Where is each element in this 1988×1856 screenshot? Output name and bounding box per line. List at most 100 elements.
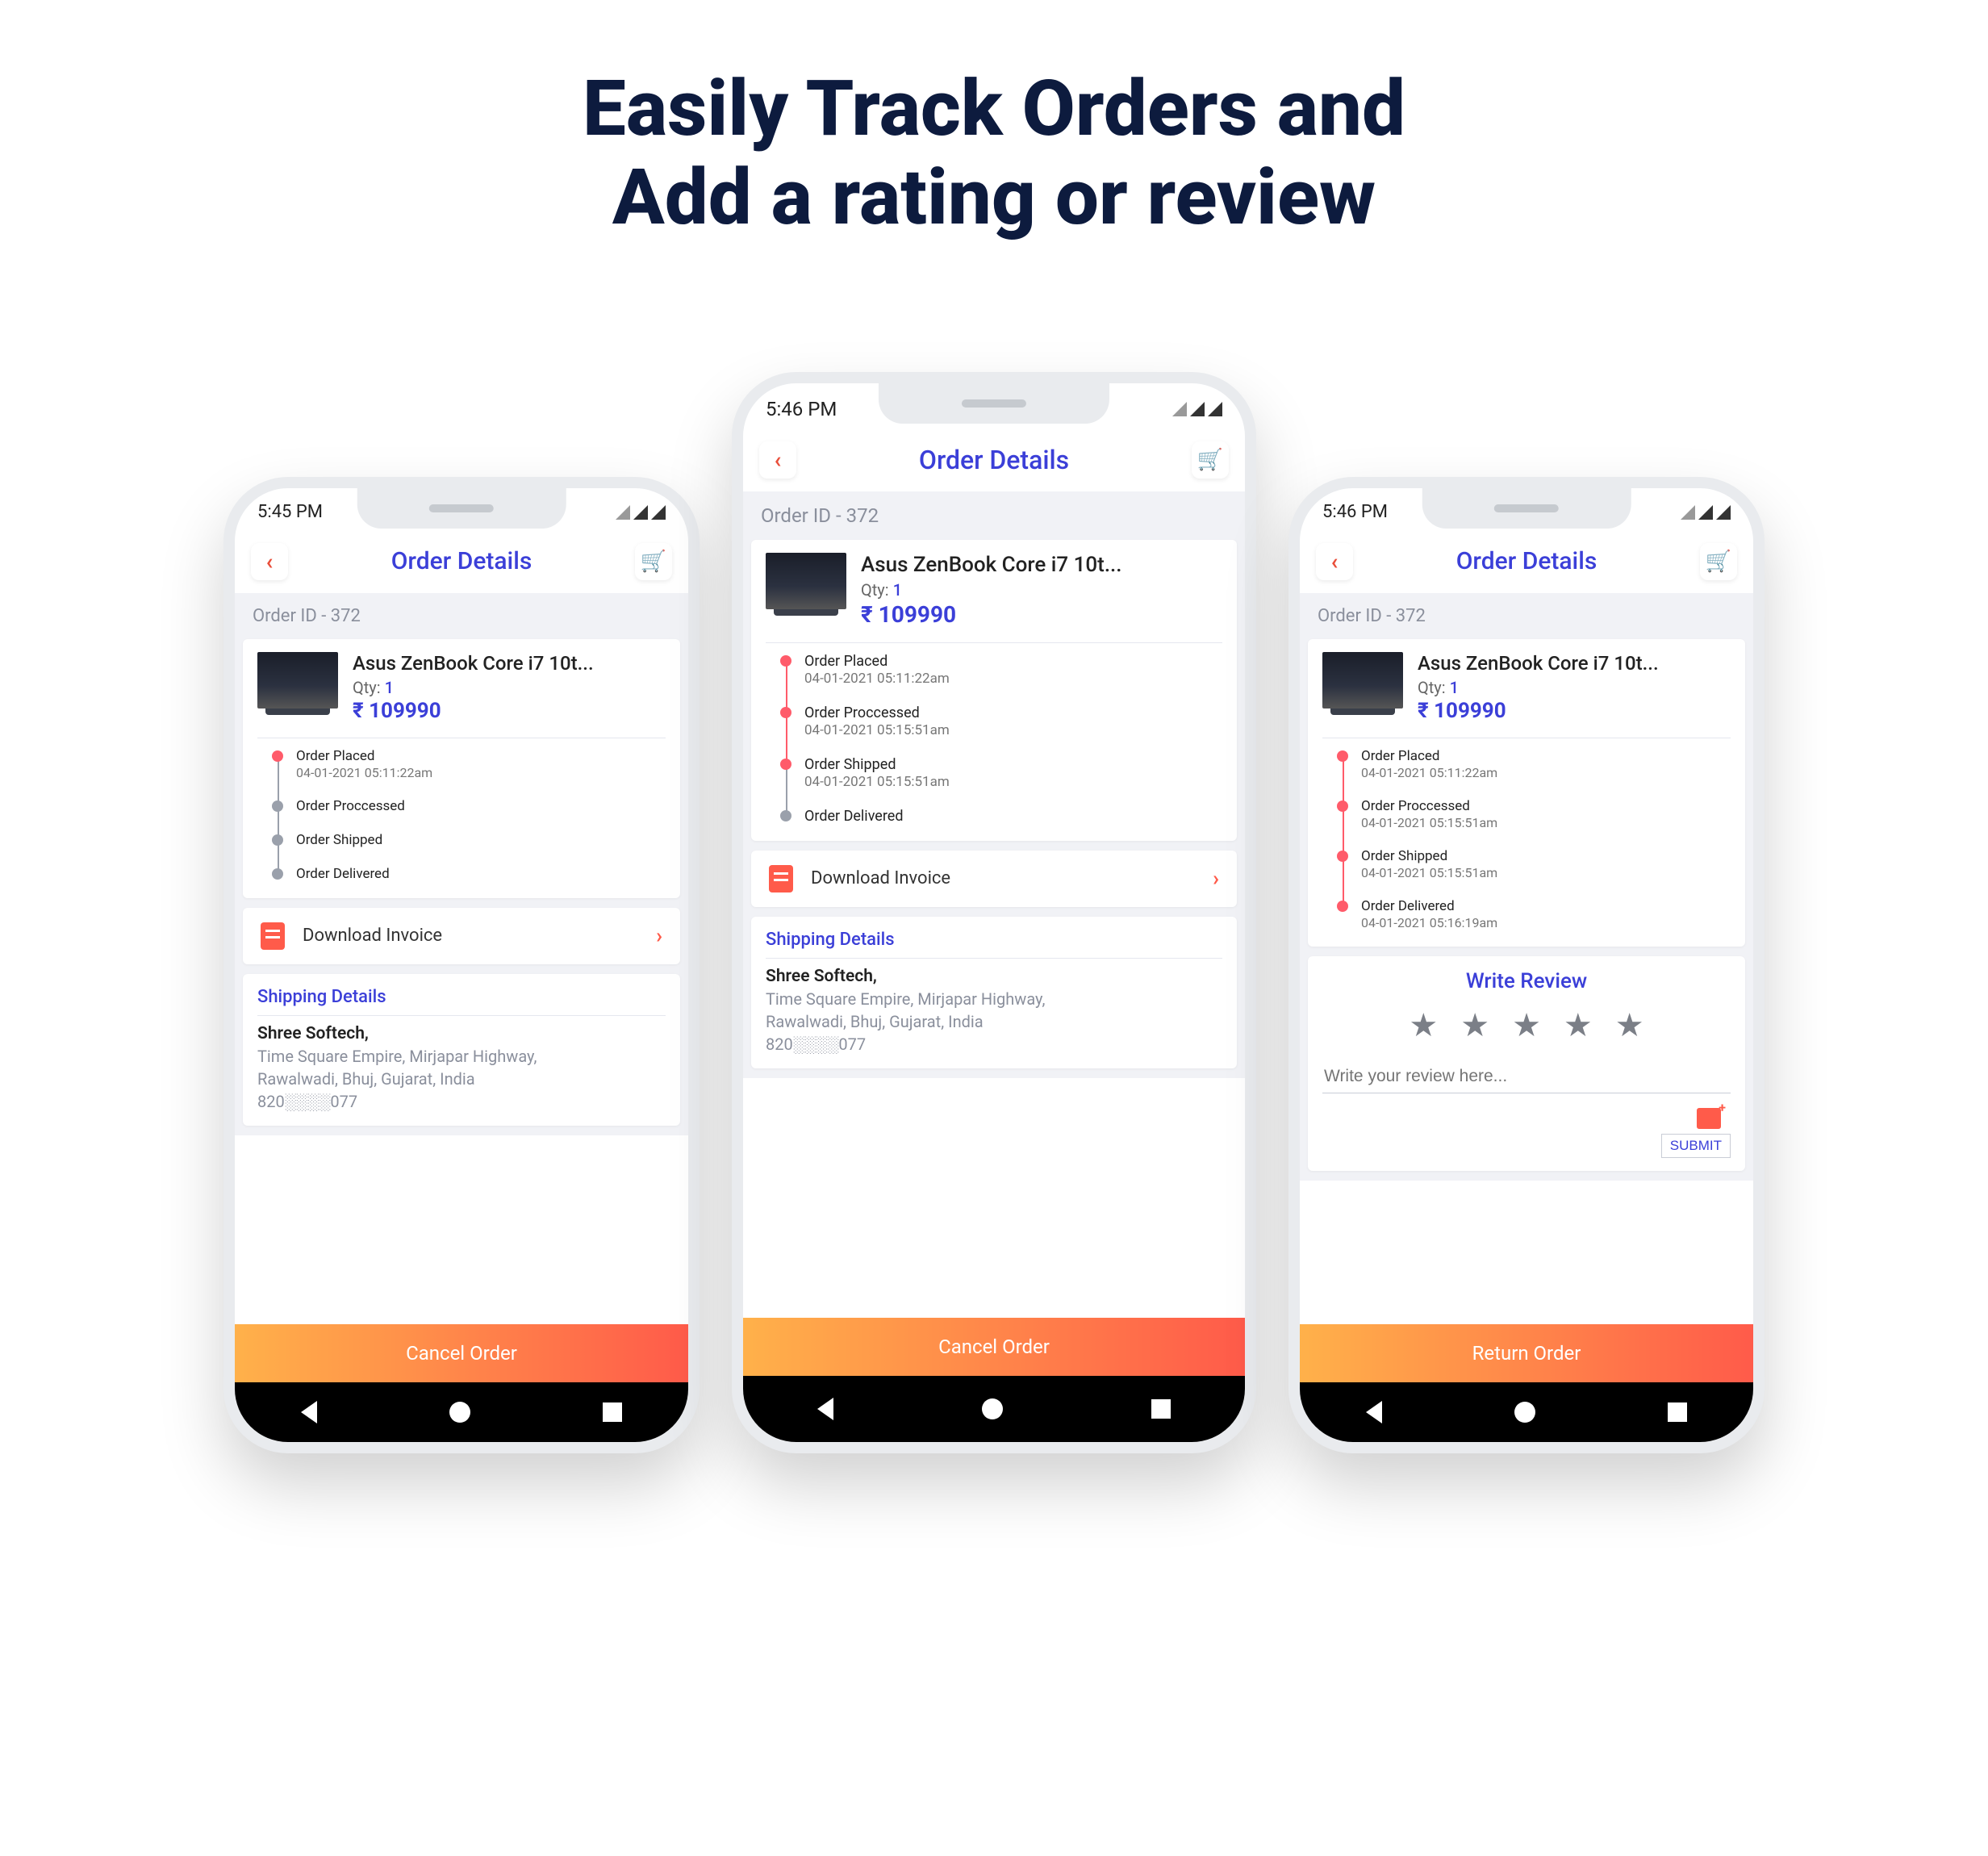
- cart-button[interactable]: 🛒: [1192, 441, 1229, 479]
- shipping-title: Shipping Details: [766, 930, 1222, 959]
- cart-button[interactable]: 🛒: [1700, 543, 1737, 580]
- timeline-step-title: Order Shipped: [296, 832, 382, 848]
- cart-icon: 🛒: [641, 550, 666, 574]
- android-nav-bar: [743, 1376, 1245, 1442]
- timeline-step-title: Order Placed: [296, 748, 432, 764]
- nav-back-icon[interactable]: [301, 1401, 317, 1423]
- timeline-step-title: Order Delivered: [296, 866, 390, 882]
- nav-recent-icon[interactable]: [603, 1402, 622, 1422]
- back-button[interactable]: ‹: [759, 441, 796, 479]
- signal-icon: [1172, 402, 1187, 416]
- chevron-left-icon: ‹: [775, 446, 782, 473]
- cancel-order-button[interactable]: Cancel Order: [743, 1318, 1245, 1376]
- timeline-step-timestamp: 04-01-2021 05:15:51am: [804, 722, 950, 738]
- timeline-step-timestamp: 04-01-2021 05:15:51am: [1361, 865, 1497, 880]
- timeline-step-timestamp: 04-01-2021 05:15:51am: [1361, 815, 1497, 830]
- nav-recent-icon[interactable]: [1668, 1402, 1687, 1422]
- cart-button[interactable]: 🛒: [635, 543, 672, 580]
- nav-home-icon[interactable]: [1514, 1402, 1535, 1423]
- content-area: Order ID - 372 Asus ZenBook Core i7 10t.…: [1300, 593, 1753, 1181]
- product-image: [766, 553, 846, 609]
- phones-row: 5:45 PM ‹ Order Details 🛒 Order ID - 372…: [0, 372, 1988, 1453]
- nav-home-icon[interactable]: [982, 1398, 1003, 1419]
- timeline-step: Order Shipped04-01-2021 05:15:51am: [1337, 848, 1726, 898]
- timeline-step: Order Placed04-01-2021 05:11:22am: [780, 653, 1217, 704]
- timeline-step-title: Order Proccessed: [296, 798, 405, 814]
- signal-icon: [1208, 402, 1222, 416]
- invoice-label: Download Invoice: [303, 926, 442, 946]
- star-1[interactable]: ★: [1409, 1006, 1438, 1044]
- timeline-step: Order Placed04-01-2021 05:11:22am: [1337, 748, 1726, 798]
- timeline-step-title: Order Shipped: [1361, 848, 1497, 864]
- star-4[interactable]: ★: [1564, 1006, 1593, 1044]
- submit-review-button[interactable]: SUBMIT: [1661, 1134, 1731, 1158]
- chevron-left-icon: ‹: [266, 548, 274, 575]
- timeline-step-title: Order Placed: [1361, 748, 1497, 764]
- cancel-order-button[interactable]: Cancel Order: [235, 1324, 688, 1382]
- order-card: Asus ZenBook Core i7 10t... Qty: 1 ₹ 109…: [243, 639, 680, 898]
- timeline-step-title: Order Proccessed: [804, 704, 950, 721]
- headline-line-1: Easily Track Orders and: [0, 65, 1988, 153]
- order-timeline: Order Placed04-01-2021 05:11:22amOrder P…: [1322, 745, 1731, 934]
- timeline-step-timestamp: 04-01-2021 05:11:22am: [1361, 765, 1497, 780]
- back-button[interactable]: ‹: [251, 543, 288, 580]
- timeline-step: Order Proccessed04-01-2021 05:15:51am: [780, 704, 1217, 756]
- shipping-name: Shree Softech,: [766, 967, 1222, 986]
- product-price: ₹ 109990: [353, 699, 594, 723]
- timeline-dot-icon: [1337, 801, 1348, 812]
- order-timeline: Order Placed04-01-2021 05:11:22amOrder P…: [766, 650, 1222, 828]
- product-qty: Qty: 1: [1418, 678, 1659, 697]
- content-area: Order ID - 372 Asus ZenBook Core i7 10t.…: [235, 593, 688, 1135]
- page-title: Order Details: [919, 445, 1069, 475]
- product-price: ₹ 109990: [861, 601, 1122, 628]
- nav-back-icon[interactable]: [817, 1398, 833, 1420]
- timeline-step: Order Delivered04-01-2021 05:16:19am: [1337, 898, 1726, 930]
- shipping-card: Shipping Details Shree Softech, Time Squ…: [751, 917, 1237, 1068]
- chevron-right-icon: ›: [1213, 867, 1219, 891]
- review-input[interactable]: [1322, 1060, 1731, 1093]
- timeline-step-title: Order Proccessed: [1361, 798, 1497, 814]
- product-name: Asus ZenBook Core i7 10t...: [1418, 652, 1659, 675]
- product-name: Asus ZenBook Core i7 10t...: [353, 652, 594, 675]
- app-header: ‹ Order Details 🛒: [235, 537, 688, 593]
- download-invoice-button[interactable]: Download Invoice ›: [243, 908, 680, 964]
- timeline-dot-icon: [1337, 750, 1348, 762]
- timeline-dot-icon: [272, 750, 283, 762]
- nav-home-icon[interactable]: [449, 1402, 470, 1423]
- nav-recent-icon[interactable]: [1151, 1399, 1171, 1419]
- timeline-dot-icon: [780, 707, 791, 718]
- timeline-dot-icon: [780, 759, 791, 770]
- android-nav-bar: [235, 1382, 688, 1442]
- timeline-dot-icon: [1337, 901, 1348, 912]
- app-header: ‹ Order Details 🛒: [743, 435, 1245, 491]
- nav-back-icon[interactable]: [1366, 1401, 1382, 1423]
- phone-mock-1: 5:45 PM ‹ Order Details 🛒 Order ID - 372…: [223, 477, 700, 1453]
- star-3[interactable]: ★: [1512, 1006, 1541, 1044]
- star-2[interactable]: ★: [1460, 1006, 1489, 1044]
- timeline-dot-icon: [780, 810, 791, 821]
- marketing-headline: Easily Track Orders and Add a rating or …: [0, 0, 1988, 243]
- download-invoice-button[interactable]: Download Invoice ›: [751, 851, 1237, 907]
- return-order-button[interactable]: Return Order: [1300, 1324, 1753, 1382]
- timeline-step-title: Order Delivered: [1361, 898, 1497, 914]
- cart-icon: 🛒: [1197, 448, 1223, 472]
- signal-icon: [651, 505, 666, 520]
- product-qty: Qty: 1: [861, 580, 1122, 600]
- status-time: 5:46 PM: [766, 398, 837, 420]
- shipping-title: Shipping Details: [257, 987, 666, 1016]
- android-nav-bar: [1300, 1382, 1753, 1442]
- add-image-icon[interactable]: [1697, 1108, 1721, 1129]
- review-card: Write Review ★ ★ ★ ★ ★ SUBMIT: [1308, 956, 1745, 1171]
- product-image: [1322, 652, 1403, 709]
- star-5[interactable]: ★: [1615, 1006, 1644, 1044]
- back-button[interactable]: ‹: [1316, 543, 1353, 580]
- order-id-label: Order ID - 372: [743, 491, 1245, 540]
- timeline-step-timestamp: 04-01-2021 05:15:51am: [804, 774, 950, 790]
- phone-mock-2: 5:46 PM ‹ Order Details 🛒 Order ID - 372…: [732, 372, 1256, 1453]
- signal-icon: [633, 505, 648, 520]
- cart-icon: 🛒: [1706, 550, 1731, 574]
- timeline-dot-icon: [1337, 851, 1348, 862]
- app-header: ‹ Order Details 🛒: [1300, 537, 1753, 593]
- chevron-left-icon: ‹: [1331, 548, 1339, 575]
- timeline-step: Order Proccessed04-01-2021 05:15:51am: [1337, 798, 1726, 848]
